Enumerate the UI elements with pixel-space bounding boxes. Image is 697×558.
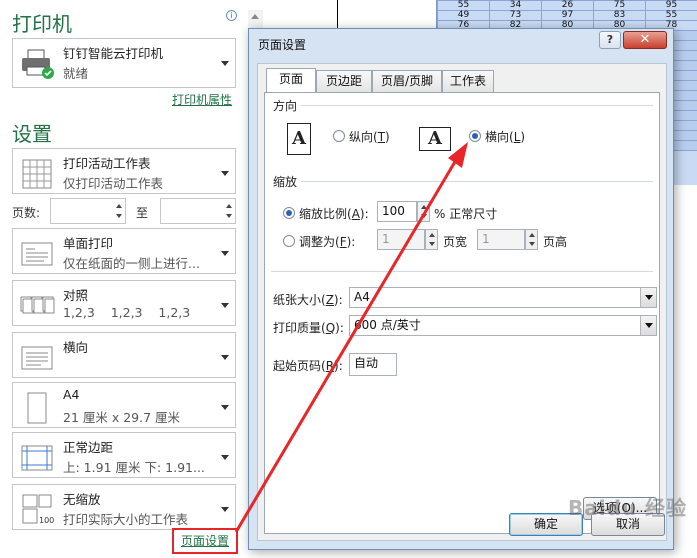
paper-size-label: 纸张大小(Z): [273,293,343,307]
page-tab-panel: 方向 A 纵向(T) A 横向(L) 缩放 缩放比例(A): 100 % 正常尺… [264,92,660,534]
printer-properties-link[interactable]: 打印机属性 [172,91,232,108]
option-label: 正常边距 [63,440,114,455]
scale-percent-spinner[interactable] [417,201,430,222]
chevron-down-icon[interactable] [640,316,656,335]
info-icon[interactable]: i [226,10,237,21]
print-what-select[interactable]: 打印活动工作表 仅打印活动工作表 [12,148,236,194]
option-desc: 21 厘米 x 29.7 厘米 [63,410,181,425]
printer-select[interactable]: 钉钉智能云打印机 就绪 [12,38,236,88]
svg-text:100: 100 [39,516,54,525]
portrait-radio[interactable] [333,130,345,142]
page-setup-link[interactable]: 页面设置 [172,528,238,554]
to-label: 至 [136,206,149,220]
fit-tall-input[interactable]: 1 [477,229,525,250]
option-desc: 1,2,3 1,2,3 1,2,3 [63,305,191,320]
collate-select[interactable]: 对照 1,2,3 1,2,3 1,2,3 [12,280,236,326]
dialog-title: 页面设置 [258,38,307,52]
fit-tall-label: 页高 [543,235,568,249]
option-desc: 仅打印活动工作表 [63,176,164,191]
landscape-icon: A [419,127,451,151]
page-setup-dialog: 页面设置 ? ✕ 页面 页边距 页眉/页脚 工作表 方向 A 纵向(T) A 横… [248,28,674,550]
fit-wide-spinner[interactable] [425,229,438,250]
option-desc: 打印实际大小的工作表 [63,512,189,527]
paper-size-combo[interactable]: A4 [349,287,657,308]
chevron-down-icon[interactable] [640,288,656,307]
scale-icon: 100 [22,494,54,525]
first-page-input[interactable]: 自动 [349,353,397,376]
chevron-down-icon [221,303,229,308]
option-label: 无缩放 [63,492,101,507]
table-row: 49 73 97 83 55 [437,10,697,21]
scroll-up-icon[interactable] [251,14,259,19]
fit-to-radio[interactable] [283,235,295,247]
option-label: 对照 [63,288,89,303]
printer-status: 就绪 [63,66,89,81]
sheet-grid-icon [22,159,52,189]
single-side-icon [21,242,53,266]
pages-to-input[interactable] [160,198,236,224]
chevron-down-icon [221,455,229,460]
chevron-down-icon [221,355,229,360]
margins-select[interactable]: 正常边距 上: 1.91 厘米 下: 1.91... [12,432,236,478]
printer-heading: 打印机 [12,12,72,36]
fit-tall-spinner[interactable] [525,229,538,250]
paper-size-select[interactable]: A4 21 厘米 x 29.7 厘米 [12,382,236,428]
print-settings-pane: 打印机 i 钉钉智能云打印机 就绪 打印机属性 设置 打印活动工作表 仅打印活动… [0,0,248,558]
dialog-body: 页面 页边距 页眉/页脚 工作表 方向 A 纵向(T) A 横向(L) 缩放 缩… [257,63,667,541]
close-button[interactable]: ✕ [623,31,667,49]
scale-percent-radio[interactable] [283,207,295,219]
printer-name: 钉钉智能云打印机 [63,46,164,61]
option-desc: 仅在纸面的一侧上进行... [63,256,200,271]
chevron-down-icon [221,251,229,256]
fit-wide-input[interactable]: 1 [377,229,425,250]
margins-icon [21,445,53,471]
scale-percent-label[interactable]: 缩放比例(A): [299,205,369,222]
option-label: A4 [63,387,80,402]
orientation-select[interactable]: 横向 [12,332,236,378]
printer-icon [22,49,54,79]
pages-range: 页数: 至 [12,198,236,226]
sides-select[interactable]: 单面打印 仅在纸面的一侧上进行... [12,228,236,274]
option-label: 打印活动工作表 [63,156,151,171]
tab-margins[interactable]: 页边距 [316,70,372,92]
chevron-down-icon [221,507,229,512]
portrait-icon: A [287,123,311,155]
scaling-group-label: 缩放 [273,173,298,190]
landscape-radio[interactable] [469,130,481,142]
option-label: 横向 [63,340,89,355]
portrait-label[interactable]: 纵向(T) [349,128,390,145]
tab-page[interactable]: 页面 [266,68,316,93]
first-page-label: 起始页码(R): [273,359,343,373]
tab-header-footer[interactable]: 页眉/页脚 [372,70,442,92]
watermark: Baidu 经验 [568,496,688,520]
chevron-down-icon [221,405,229,410]
collate-icon [20,296,55,314]
settings-heading: 设置 [12,122,52,146]
print-quality-label: 打印质量(Q): [273,321,344,335]
scaling-select[interactable]: 100 无缩放 打印实际大小的工作表 [12,484,236,530]
tab-sheet[interactable]: 工作表 [442,70,494,92]
table-row: 55 34 26 75 95 [437,0,697,11]
fit-wide-label: 页宽 [443,235,468,249]
fit-to-label[interactable]: 调整为(F): [299,233,355,250]
orientation-group-label: 方向 [273,97,298,114]
option-desc: 上: 1.91 厘米 下: 1.91... [63,460,205,475]
landscape-icon [21,346,53,370]
print-quality-combo[interactable]: 600 点/英寸 [349,315,657,336]
chevron-down-icon [221,171,229,176]
pages-from-input[interactable] [50,198,126,224]
scale-percent-input[interactable]: 100 [377,201,417,222]
chevron-down-icon [221,61,229,66]
pages-label: 页数: [12,206,41,220]
paper-icon [27,392,47,424]
option-label: 单面打印 [63,236,114,251]
help-button[interactable]: ? [599,31,621,49]
scale-suffix: % 正常尺寸 [434,207,498,221]
landscape-label[interactable]: 横向(L) [485,128,525,145]
